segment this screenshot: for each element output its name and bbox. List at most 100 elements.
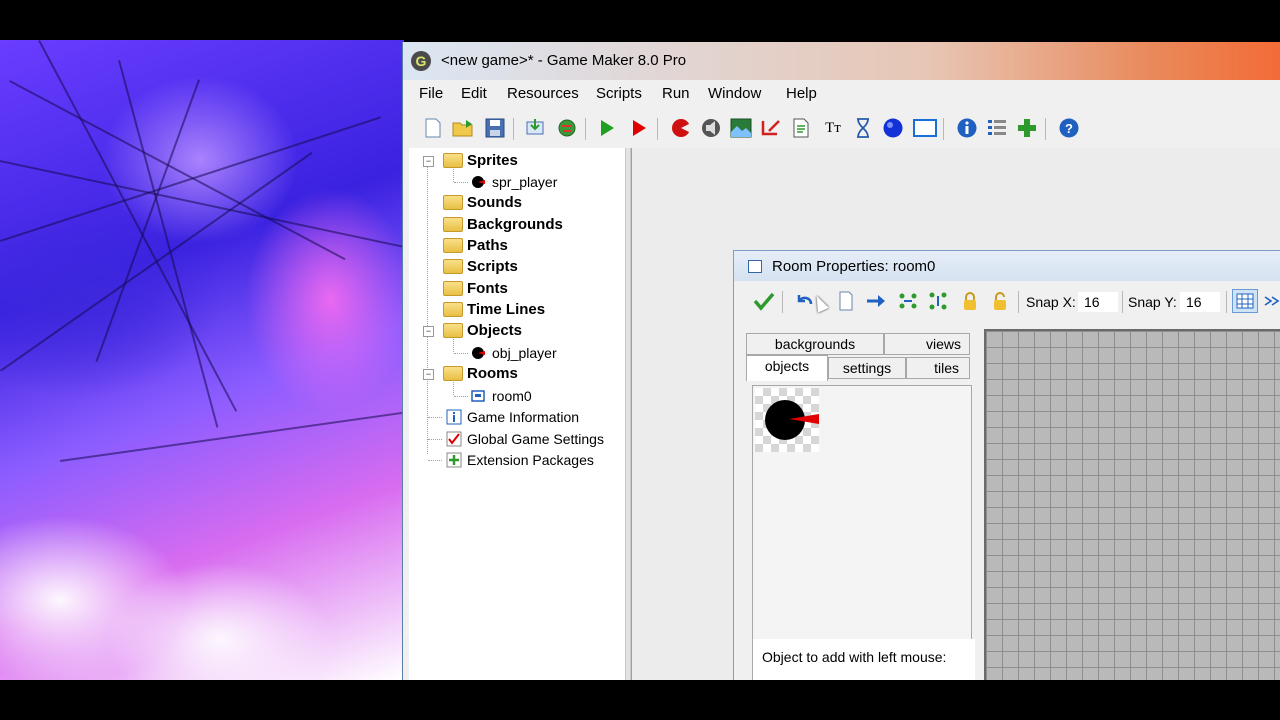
create-timeline-icon[interactable]	[851, 116, 875, 140]
collapse-icon[interactable]: −	[423, 369, 434, 380]
tab-backgrounds[interactable]: backgrounds	[746, 333, 884, 355]
folder-icon	[443, 217, 463, 232]
global-game-settings-icon[interactable]	[985, 116, 1009, 140]
extension-packages-icon[interactable]	[1015, 116, 1039, 140]
create-room-icon[interactable]	[913, 116, 937, 140]
folder-icon	[443, 238, 463, 253]
tree-guide	[454, 353, 468, 354]
toolbar-separator	[657, 118, 658, 140]
menu-scripts[interactable]: Scripts	[596, 85, 642, 102]
tree-label: Global Game Settings	[467, 431, 604, 447]
folder-icon	[443, 323, 463, 338]
more-tools-icon[interactable]	[1262, 289, 1280, 313]
tree-item-global-game-settings[interactable]: Global Game Settings	[409, 429, 625, 450]
collapse-icon[interactable]: −	[423, 156, 434, 167]
snap-y-input[interactable]: 16	[1180, 292, 1220, 312]
tree-folder-backgrounds[interactable]: Backgrounds	[409, 215, 625, 236]
tree-guide	[454, 182, 468, 183]
tab-views[interactable]: views	[884, 333, 970, 355]
window-title: <new game>* - Game Maker 8.0 Pro	[441, 52, 687, 69]
publish-icon[interactable]	[555, 116, 579, 140]
room-editor-grid[interactable]	[984, 329, 1280, 683]
tree-folder-paths[interactable]: Paths	[409, 236, 625, 257]
toggle-grid-icon[interactable]	[1232, 289, 1258, 313]
game-information-icon[interactable]	[955, 116, 979, 140]
tree-label: Objects	[467, 322, 523, 339]
room-properties-window: Room Properties: room0 Snap X: 16 Snap Y…	[733, 250, 1280, 683]
tree-folder-fonts[interactable]: Fonts	[409, 279, 625, 300]
room-titlebar[interactable]: Room Properties: room0	[734, 251, 1280, 281]
lock-icon[interactable]	[958, 289, 982, 313]
clear-room-icon[interactable]	[834, 289, 858, 313]
sprite-icon	[472, 176, 485, 188]
room-icon	[471, 390, 485, 402]
game-maker-window: G <new game>* - Game Maker 8.0 Pro File …	[402, 42, 1280, 683]
tree-item-game-information[interactable]: Game Information	[409, 407, 625, 428]
toolbar-separator	[513, 118, 514, 140]
run-icon[interactable]	[595, 116, 619, 140]
toolbar-separator	[1122, 291, 1123, 313]
toolbar-separator	[782, 291, 783, 313]
create-sound-icon[interactable]	[699, 116, 723, 140]
create-background-icon[interactable]	[729, 116, 753, 140]
tree-folder-time-lines[interactable]: Time Lines	[409, 300, 625, 321]
tab-objects[interactable]: objects	[746, 355, 828, 381]
tab-settings[interactable]: settings	[828, 357, 906, 379]
player-sprite-icon	[765, 400, 819, 440]
new-icon[interactable]	[421, 116, 445, 140]
tree-label: Game Information	[467, 409, 580, 425]
window-titlebar[interactable]: G <new game>* - Game Maker 8.0 Pro	[403, 42, 1280, 80]
object-selector-panel	[752, 385, 972, 641]
menu-help[interactable]: Help	[786, 85, 817, 102]
menu-resources[interactable]: Resources	[507, 85, 579, 102]
info-icon	[446, 409, 462, 425]
create-sprite-icon[interactable]	[669, 116, 693, 140]
tree-item-obj-player[interactable]: obj_player	[409, 343, 625, 364]
create-font-icon[interactable]: Tт	[821, 116, 845, 140]
menu-run[interactable]: Run	[662, 85, 690, 102]
folder-icon	[443, 302, 463, 317]
open-icon[interactable]	[451, 116, 475, 140]
room-window-title: Room Properties: room0	[772, 258, 936, 275]
create-object-icon[interactable]	[881, 116, 905, 140]
letterbox-bottom	[0, 680, 1280, 720]
ok-check-icon[interactable]	[752, 289, 776, 313]
tree-folder-rooms[interactable]: − Rooms	[409, 364, 625, 385]
menu-window[interactable]: Window	[708, 85, 761, 102]
letterbox-top	[0, 0, 1280, 40]
sort-x-icon[interactable]	[896, 289, 920, 313]
run-debug-icon[interactable]	[627, 116, 651, 140]
save-icon[interactable]	[483, 116, 507, 140]
game-maker-app-icon: G	[411, 51, 431, 71]
create-path-icon[interactable]	[759, 116, 783, 140]
tree-item-spr-player[interactable]: spr_player	[409, 172, 625, 193]
menu-file[interactable]: File	[419, 85, 443, 102]
tree-folder-scripts[interactable]: Scripts	[409, 257, 625, 278]
extension-plus-icon	[446, 452, 462, 468]
tree-item-room0[interactable]: room0	[409, 386, 625, 407]
create-executable-icon[interactable]	[523, 116, 547, 140]
unlock-icon[interactable]	[988, 289, 1012, 313]
add-object-label: Object to add with left mouse:	[762, 649, 947, 665]
shift-instances-icon[interactable]	[864, 289, 888, 313]
create-script-icon[interactable]	[789, 116, 813, 140]
folder-icon	[443, 195, 463, 210]
tab-tiles[interactable]: tiles	[906, 357, 970, 379]
menu-edit[interactable]: Edit	[461, 85, 487, 102]
resource-tree: − Sprites spr_player Sounds Backgrounds …	[409, 148, 625, 680]
tree-item-extension-packages[interactable]: Extension Packages	[409, 450, 625, 471]
sort-y-icon[interactable]	[926, 289, 950, 313]
tab-label: backgrounds	[774, 336, 856, 352]
tree-guide	[428, 417, 442, 418]
room-window-icon	[748, 260, 762, 273]
tree-folder-objects[interactable]: − Objects	[409, 321, 625, 342]
tree-folder-sounds[interactable]: Sounds	[409, 193, 625, 214]
snap-x-input[interactable]: 16	[1078, 292, 1118, 312]
toolbar-separator	[943, 118, 944, 140]
tree-folder-sprites[interactable]: − Sprites	[409, 151, 625, 172]
tab-label: views	[925, 336, 961, 352]
menu-bar: File Edit Resources Scripts Run Window H…	[403, 82, 1280, 106]
collapse-icon[interactable]: −	[423, 326, 434, 337]
selected-object-preview[interactable]	[755, 388, 819, 452]
help-icon[interactable]: ?	[1057, 116, 1081, 140]
